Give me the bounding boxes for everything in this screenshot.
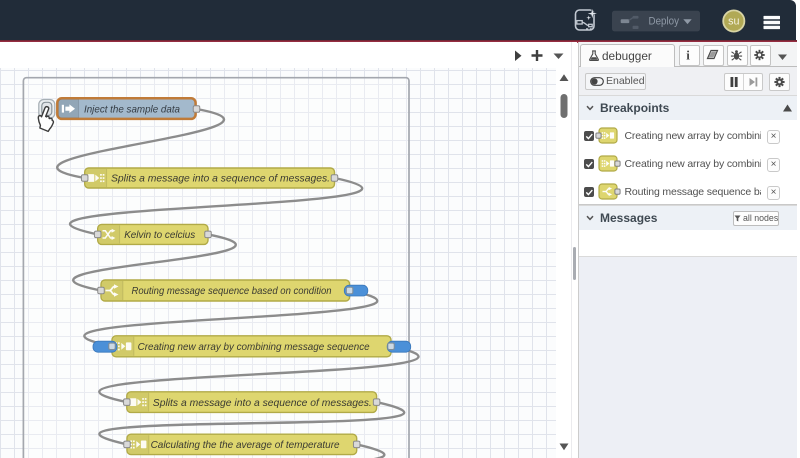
svg-text:su: su bbox=[728, 16, 739, 28]
svg-text:Inject the sample data: Inject the sample data bbox=[84, 104, 180, 115]
svg-text:Calculating the the average of: Calculating the the average of temperatu… bbox=[151, 440, 340, 451]
svg-text:i: i bbox=[686, 48, 690, 63]
svg-text:Routing message sequence based: Routing message sequence based on condit… bbox=[132, 286, 332, 297]
svg-text:Kelvin to celcius: Kelvin to celcius bbox=[124, 230, 195, 241]
svg-text:Splits a message into a sequen: Splits a message into a sequence of mess… bbox=[111, 174, 330, 185]
svg-text:Deploy: Deploy bbox=[649, 16, 680, 28]
svg-text:Splits a message into a sequen: Splits a message into a sequence of mess… bbox=[153, 398, 372, 409]
svg-text:Creating new array by combinin: Creating new array by combining message … bbox=[138, 342, 370, 353]
